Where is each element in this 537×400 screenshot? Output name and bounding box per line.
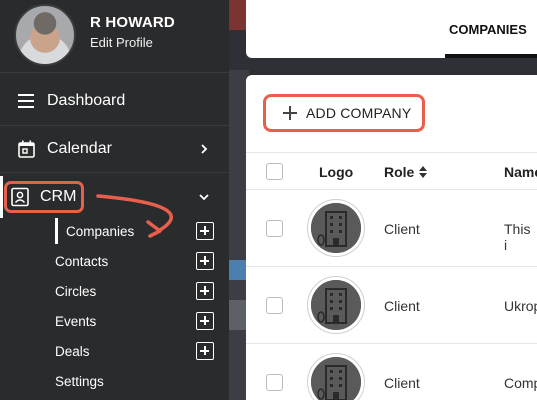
role-cell: Client: [384, 298, 420, 314]
sidebar-subitem-label: Events: [55, 314, 97, 329]
column-header-logo: Logo: [319, 164, 354, 180]
add-deal-icon[interactable]: [196, 342, 214, 360]
name-cell[interactable]: Ukrop: [504, 298, 537, 314]
sort-icon[interactable]: [418, 165, 428, 179]
divider: [246, 343, 537, 344]
sidebar-item-crm[interactable]: CRM: [0, 177, 229, 217]
sidebar-item-label: CRM: [40, 188, 77, 205]
role-cell: Client: [384, 221, 420, 237]
name-cell[interactable]: Comp: [504, 375, 537, 391]
contact-card-icon: [11, 187, 29, 207]
add-company-label: ADD COMPANY: [306, 105, 412, 121]
add-event-icon[interactable]: [196, 312, 214, 330]
sidebar-item-dashboard[interactable]: Dashboard: [0, 81, 229, 121]
sidebar-subitem-events[interactable]: Events: [55, 308, 215, 338]
building-icon: [311, 280, 361, 330]
divider: [246, 189, 537, 190]
sidebar-subitem-label: Settings: [55, 374, 104, 389]
select-all-checkbox[interactable]: [266, 163, 283, 180]
chevron-right-icon[interactable]: [199, 144, 209, 154]
building-icon: [311, 203, 361, 253]
menu-icon: [18, 94, 34, 108]
divider: [0, 125, 229, 126]
sidebar-item-label: Calendar: [47, 140, 112, 157]
divider: [0, 172, 229, 173]
sidebar-subitem-label: Companies: [66, 224, 135, 239]
name-cell[interactable]: This i: [504, 221, 537, 253]
sidebar: R HOWARD Edit Profile Dashboard Calendar: [0, 0, 229, 400]
divider: [246, 266, 537, 267]
plus-icon: [283, 106, 297, 120]
add-company-button[interactable]: ADD COMPANY: [263, 94, 425, 132]
sidebar-item-label: Dashboard: [47, 92, 126, 109]
add-contact-icon[interactable]: [196, 252, 214, 270]
company-logo[interactable]: [307, 199, 365, 257]
chevron-down-icon[interactable]: [199, 192, 209, 202]
row-checkbox[interactable]: [266, 220, 283, 237]
sidebar-item-calendar[interactable]: Calendar: [0, 129, 229, 169]
column-header-role[interactable]: Role: [384, 164, 414, 180]
company-logo[interactable]: [307, 276, 365, 334]
column-header-name[interactable]: Name: [504, 164, 537, 180]
row-checkbox[interactable]: [266, 374, 283, 391]
add-company-icon[interactable]: [196, 222, 214, 240]
sidebar-subitem-label: Circles: [55, 284, 97, 299]
role-cell: Client: [384, 375, 420, 391]
avatar[interactable]: [14, 4, 76, 66]
building-icon: [311, 357, 361, 400]
sidebar-subitem-companies[interactable]: Companies: [55, 218, 215, 248]
divider: [246, 152, 537, 153]
company-logo[interactable]: [307, 353, 365, 400]
active-tab-underline: [445, 54, 537, 58]
sidebar-subitem-circles[interactable]: Circles: [55, 278, 215, 308]
sidebar-subitem-settings[interactable]: Settings: [55, 368, 215, 398]
add-circle-icon[interactable]: [196, 282, 214, 300]
profile-name: R HOWARD: [90, 14, 175, 31]
calendar-icon: [18, 140, 35, 158]
tab-companies[interactable]: COMPANIES: [449, 22, 527, 37]
divider: [0, 72, 229, 73]
row-checkbox[interactable]: [266, 297, 283, 314]
edit-profile-link[interactable]: Edit Profile: [90, 35, 153, 50]
sidebar-subitem-contacts[interactable]: Contacts: [55, 248, 215, 278]
sidebar-subitem-label: Deals: [55, 344, 90, 359]
profile-header[interactable]: R HOWARD Edit Profile: [0, 0, 229, 72]
tabs-bar: COMPANIES: [246, 0, 537, 58]
sidebar-subitem-deals[interactable]: Deals: [55, 338, 215, 368]
sidebar-subitem-label: Contacts: [55, 254, 109, 269]
companies-panel: ADD COMPANY Logo Role Name Client This i: [246, 75, 537, 400]
